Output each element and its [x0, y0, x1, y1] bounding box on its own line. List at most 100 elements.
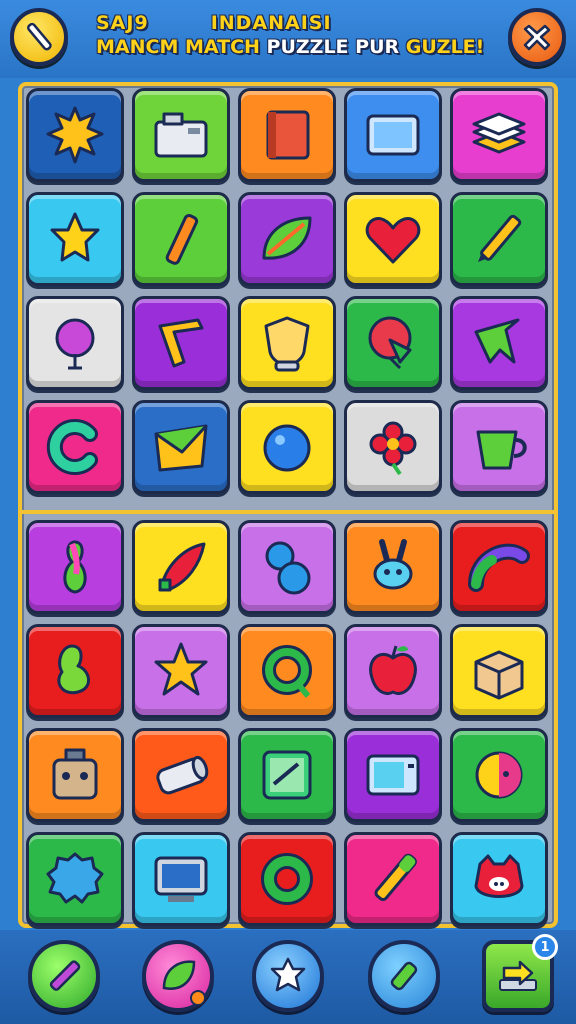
puzzle-tile[interactable]: [344, 624, 442, 718]
puzzle-tile[interactable]: [450, 728, 548, 822]
close-button[interactable]: [508, 8, 566, 66]
puzzle-tile[interactable]: [132, 520, 230, 614]
envelope-icon: [154, 424, 208, 472]
puzzle-tile[interactable]: [238, 88, 336, 182]
powerup-star-button[interactable]: [252, 940, 324, 1012]
bottle-icon: [390, 961, 418, 991]
ball-icon: [263, 424, 311, 472]
puzzle-tile[interactable]: [344, 296, 442, 390]
puzzle-tile[interactable]: [450, 520, 548, 614]
puzzle-tile[interactable]: [26, 832, 124, 926]
title-word-c: PUZZLE PUR: [266, 36, 406, 58]
title-word-d: GUZLE!: [405, 36, 485, 58]
puzzle-tile[interactable]: [344, 192, 442, 286]
puzzle-tile[interactable]: [26, 88, 124, 182]
puzzle-tile[interactable]: [26, 520, 124, 614]
flower-icon: [369, 421, 417, 476]
puzzle-tile[interactable]: [238, 832, 336, 926]
powerup-bottle-button[interactable]: [368, 940, 440, 1012]
crayon-icon: [49, 960, 81, 991]
starfish-icon: [154, 642, 208, 696]
top-header: SAJ9 INDANAISI MANCM MATCH PUZZLE PUR GU…: [0, 0, 576, 78]
blob-icon: [57, 644, 90, 695]
puzzle-tile[interactable]: [26, 192, 124, 286]
puzzle-tile[interactable]: [344, 832, 442, 926]
crayon-icon: [165, 214, 199, 265]
apple-icon: [369, 645, 417, 695]
wreath-icon: [261, 853, 313, 905]
balloon-icon: [368, 316, 412, 370]
puzzle-tile[interactable]: [238, 728, 336, 822]
title-line1-right: INDANAISI: [210, 12, 332, 34]
robot-icon: [52, 748, 98, 800]
next-level-button[interactable]: 1: [482, 934, 558, 1012]
arrow-leaf-icon: [474, 318, 520, 364]
puzzle-tile[interactable]: [238, 520, 336, 614]
puzzle-tile[interactable]: [26, 400, 124, 494]
cloud-blob-icon: [46, 852, 104, 904]
puzzle-tile[interactable]: [26, 624, 124, 718]
chili-icon: [158, 542, 206, 592]
puzzle-tile[interactable]: [238, 296, 336, 390]
microwave-icon: [366, 754, 420, 796]
menu-button[interactable]: [10, 8, 68, 66]
powerup-crayon-button[interactable]: [28, 940, 100, 1012]
puzzle-tile[interactable]: [132, 728, 230, 822]
pig-icon: [474, 854, 524, 898]
arrow-right-icon: [499, 960, 537, 991]
bowling-pin-icon: [63, 540, 87, 594]
stack-icon: [472, 112, 526, 154]
puzzle-tile[interactable]: [132, 192, 230, 286]
shield-icon: [264, 316, 310, 372]
puzzle-tile[interactable]: [238, 400, 336, 494]
can-icon: [156, 755, 209, 795]
puzzle-tile[interactable]: [344, 728, 442, 822]
puzzle-tile[interactable]: [132, 296, 230, 390]
puzzle-tile[interactable]: [450, 832, 548, 926]
bunny-icon: [373, 539, 413, 590]
puzzle-tile[interactable]: [132, 832, 230, 926]
book-icon: [266, 110, 310, 160]
marker-icon: [374, 853, 417, 901]
title-line1-left: SAJ9: [96, 12, 149, 34]
puzzle-tile[interactable]: [132, 624, 230, 718]
board-game-icon: [262, 750, 312, 800]
cup-icon: [476, 430, 527, 470]
pencil-menu-icon: [27, 22, 52, 51]
puzzle-tile[interactable]: [238, 192, 336, 286]
puzzle-tile[interactable]: [450, 88, 548, 182]
puzzle-tile[interactable]: [132, 88, 230, 182]
bottom-tile-grid: [26, 520, 550, 926]
tree-icon: [55, 318, 95, 370]
title-word-a: MANCM: [96, 36, 185, 58]
puzzle-tile[interactable]: [450, 624, 548, 718]
puzzle-tile[interactable]: [450, 296, 548, 390]
beach-ball-icon: [475, 751, 523, 799]
game-title: SAJ9 INDANAISI MANCM MATCH PUZZLE PUR GU…: [96, 12, 486, 68]
powerup-leaf-button[interactable]: [142, 940, 214, 1012]
title-word-b: MATCH: [184, 36, 267, 58]
puzzle-tile[interactable]: [344, 400, 442, 494]
puzzle-tile[interactable]: [238, 624, 336, 718]
top-tile-grid: [26, 88, 550, 494]
puzzle-tile[interactable]: [344, 520, 442, 614]
close-icon: [523, 24, 551, 51]
puzzle-tile[interactable]: [26, 728, 124, 822]
worm-icon: [468, 543, 530, 592]
puzzle-tile[interactable]: [26, 296, 124, 390]
letter-c-icon: [46, 419, 98, 475]
puzzle-tile[interactable]: [344, 88, 442, 182]
sun-burst-icon: [46, 106, 104, 164]
notification-badge: 1: [532, 934, 558, 960]
puzzle-tile[interactable]: [132, 400, 230, 494]
powerup-dot: [190, 990, 206, 1006]
star-blob-icon: [270, 957, 306, 992]
powerup-bar: 1: [0, 930, 576, 1024]
boomerang-icon: [158, 318, 204, 368]
star-shape-icon: [50, 212, 100, 262]
puzzle-tile[interactable]: [450, 192, 548, 286]
board-divider: [22, 510, 554, 514]
peanut-icon: [265, 541, 311, 595]
box-icon: [474, 650, 524, 700]
puzzle-tile[interactable]: [450, 400, 548, 494]
